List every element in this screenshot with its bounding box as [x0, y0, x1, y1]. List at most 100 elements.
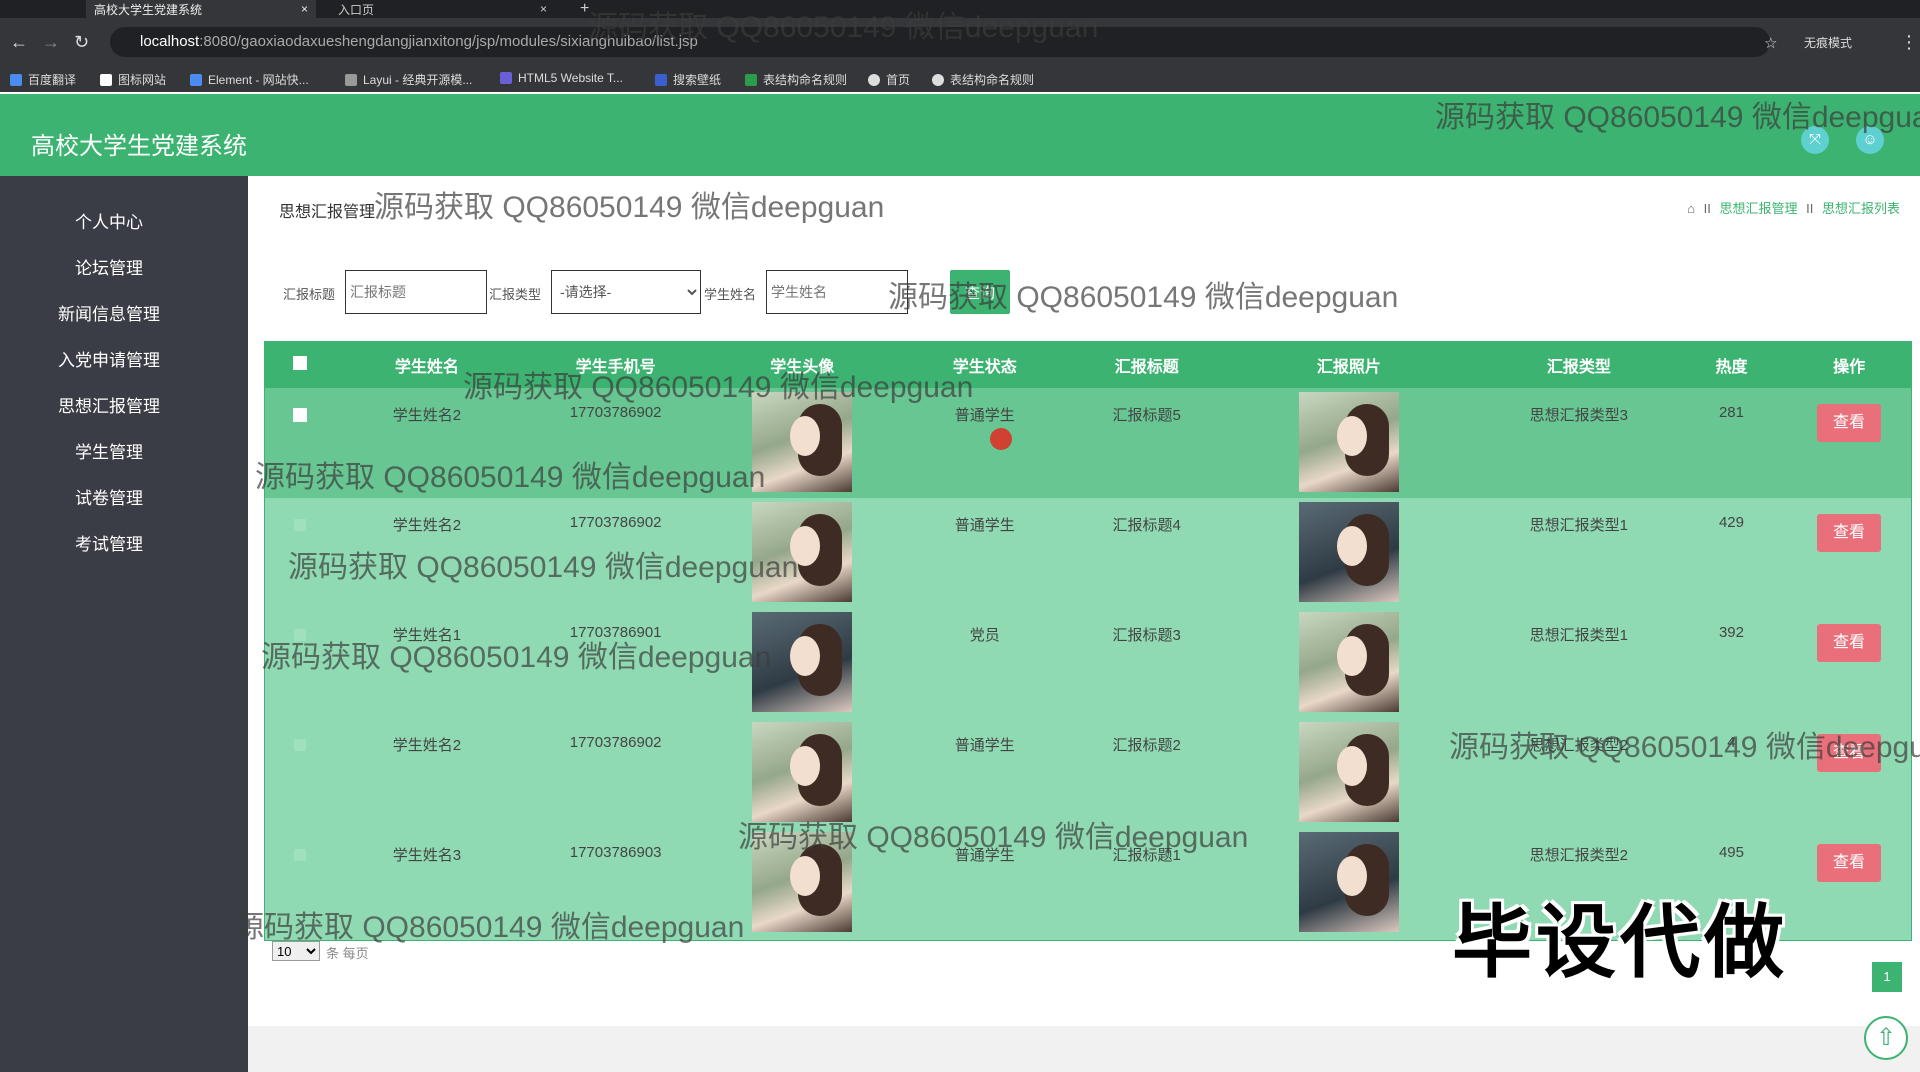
watermark-text: 源码获取 QQ86050149 微信deepguan [261, 641, 772, 674]
row-select-cell [265, 718, 335, 828]
sidebar-item-papers[interactable]: 试卷管理 [0, 484, 218, 509]
bookmark-label: 百度翻译 [28, 73, 77, 87]
bookmark-item[interactable]: 图标网站 [100, 71, 166, 88]
report-type-select[interactable]: -请选择- [551, 270, 701, 314]
column-header: 操作 [1833, 359, 1866, 376]
bookmark-item[interactable]: 表结构命名规则 [745, 71, 847, 88]
menu-icon[interactable]: ⋮ [1900, 32, 1918, 53]
bookmark-item[interactable]: 百度翻译 [10, 71, 76, 88]
bookmark-label: 表结构命名规则 [950, 73, 1035, 87]
bookmark-label: 首页 [886, 73, 911, 87]
pagination-current-page[interactable]: 1 [1872, 962, 1902, 992]
report-photo-image[interactable] [1298, 612, 1399, 712]
report-photo-cell [1216, 498, 1482, 608]
watermark-text: 源码获取 QQ86050149 微信deepguan [588, 11, 1099, 44]
watermark-text: 源码获取 QQ86050149 微信deepguan [1449, 731, 1920, 764]
bookmark-label: 表结构命名规则 [763, 73, 848, 87]
bookmark-icon [868, 74, 880, 86]
page-title: 思想汇报管理 [279, 204, 376, 221]
report-photo-image[interactable] [1298, 392, 1399, 492]
bookmark-item[interactable]: 首页 [868, 71, 910, 88]
report-title-input[interactable] [345, 270, 487, 314]
back-icon[interactable]: ← [10, 32, 28, 53]
view-button[interactable]: 查看 [1817, 844, 1882, 882]
view-button[interactable]: 查看 [1817, 624, 1882, 662]
row-checkbox[interactable] [293, 408, 308, 422]
photo-face-shape [1336, 416, 1367, 456]
watermark-text: 源码获取 QQ86050149 微信deepguan [234, 911, 745, 944]
report-photo-image[interactable] [1298, 722, 1399, 822]
bookmark-icon [500, 72, 512, 84]
action-cell: 查看 [1787, 828, 1911, 938]
column-header[interactable]: 热度 [1676, 342, 1787, 388]
report-title-label: 汇报标题 [283, 287, 336, 302]
breadcrumb-item: 思想汇报列表 [1821, 201, 1900, 216]
student-avatar-image[interactable] [752, 722, 853, 822]
select-all-checkbox[interactable] [293, 355, 308, 370]
watermark-text: 源码获取 QQ86050149 微信deepguan [888, 281, 1399, 314]
view-button[interactable]: 查看 [1817, 404, 1882, 442]
app-title: 高校大学生党建系统 [31, 133, 247, 160]
report-title-cell: 汇报标题5 [1112, 407, 1181, 424]
breadcrumb-separator: II [1806, 201, 1814, 216]
tab-label: 高校大学生党建系统 [94, 2, 203, 17]
browser-tab-active[interactable]: 高校大学生党建系统 × [86, 0, 316, 18]
watermark-text: 源码获取 QQ86050149 微信deepguan [288, 551, 799, 584]
student-status-cell: 党员 [969, 627, 1000, 644]
star-icon[interactable]: ☆ [1764, 34, 1777, 52]
browser-tab[interactable]: 入口页 × [330, 0, 555, 18]
sidebar-item-thought-report[interactable]: 思想汇报管理 [0, 392, 218, 417]
bookmark-item[interactable]: Layui - 经典开源模... [345, 71, 472, 88]
bookmark-item[interactable]: HTML5 Website T... [500, 71, 623, 85]
report-photo-image[interactable] [1298, 502, 1399, 602]
report-photo-cell [1216, 608, 1482, 718]
column-header[interactable]: 汇报标题 [1078, 342, 1216, 388]
bookmark-label: HTML5 Website T... [518, 71, 623, 85]
photo-face-shape [1336, 856, 1367, 896]
report-type-cell: 思想汇报类型1 [1529, 517, 1628, 534]
row-checkbox[interactable] [293, 848, 308, 862]
bookmark-item[interactable]: Element - 网站快... [190, 71, 309, 88]
home-icon[interactable]: ⌂ [1687, 201, 1695, 216]
photo-face-shape [1336, 526, 1367, 566]
reload-icon[interactable]: ↻ [74, 32, 89, 53]
report-type-cell: 思想汇报类型1 [1529, 627, 1628, 644]
bookmark-label: 搜索壁纸 [673, 73, 722, 87]
heat-cell: 392 [1718, 624, 1744, 641]
close-icon[interactable]: × [301, 2, 308, 16]
promo-stamp: 毕设代做 [1452, 898, 1788, 987]
report-type-cell: 思想汇报类型3 [1529, 407, 1628, 424]
heat-cell: 429 [1718, 514, 1744, 531]
report-photo-image[interactable] [1298, 832, 1399, 932]
student-name-input[interactable] [766, 270, 908, 314]
watermark-text: 源码获取 QQ86050149 微信deepguan [255, 461, 766, 494]
action-cell: 查看 [1787, 608, 1911, 718]
bookmark-item[interactable]: 表结构命名规则 [932, 71, 1034, 88]
scroll-top-icon[interactable]: ⇧ [1864, 1016, 1908, 1060]
sidebar-item-forum[interactable]: 论坛管理 [0, 254, 218, 279]
column-header[interactable]: 汇报类型 [1482, 342, 1676, 388]
row-checkbox[interactable] [293, 738, 308, 752]
bookmark-icon [932, 74, 944, 86]
column-header[interactable]: 汇报照片 [1216, 342, 1482, 388]
student-name-cell: 学生姓名2 [392, 737, 462, 754]
breadcrumb-item[interactable]: 思想汇报管理 [1719, 201, 1797, 216]
sidebar-item-party-application[interactable]: 入党申请管理 [0, 346, 218, 371]
bookmark-icon [10, 74, 22, 86]
action-cell: 查看 [1787, 388, 1911, 498]
close-icon[interactable]: × [540, 2, 547, 16]
tab-label: 入口页 [338, 2, 375, 17]
row-checkbox[interactable] [293, 518, 308, 532]
incognito-label[interactable]: 无痕模式 [1804, 34, 1852, 51]
sidebar-item-students[interactable]: 学生管理 [0, 438, 218, 463]
forward-icon[interactable]: → [42, 32, 60, 53]
sidebar-item-personal-center[interactable]: 个人中心 [0, 208, 218, 233]
view-button[interactable]: 查看 [1817, 514, 1882, 552]
url-host: localhost [140, 33, 200, 50]
student-avatar-image[interactable] [752, 392, 853, 492]
sidebar-item-exams[interactable]: 考试管理 [0, 530, 218, 555]
sidebar-item-news[interactable]: 新闻信息管理 [0, 300, 218, 325]
report-photo-cell [1216, 828, 1482, 938]
bookmark-item[interactable]: 搜索壁纸 [655, 71, 721, 88]
select-all-header [265, 342, 335, 388]
